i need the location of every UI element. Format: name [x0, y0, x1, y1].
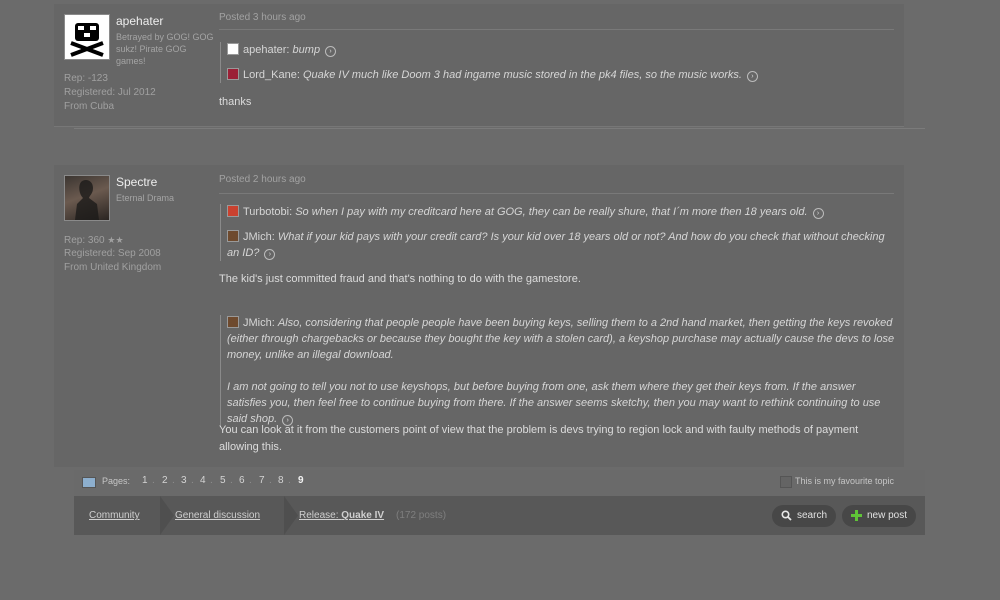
user-location: From Cuba [64, 101, 115, 112]
rep-value: Rep: 360 [64, 235, 105, 246]
quote-block: JMich: Also, considering that people peo… [220, 315, 895, 427]
avatar [227, 205, 239, 217]
quote-author[interactable]: Lord_Kane: [243, 69, 300, 81]
breadcrumb-separator [160, 496, 174, 535]
breadcrumb: Community General discussion Release: Qu… [74, 496, 925, 535]
post-count: (172 posts) [396, 510, 447, 521]
page-link[interactable]: 7 [259, 475, 265, 486]
quote-text: I am not going to tell you not to use ke… [227, 381, 881, 425]
quote-line: apehater: bump › [221, 42, 895, 67]
search-button[interactable]: search [772, 505, 836, 527]
post-body: The kid's just committed fraud and that'… [219, 273, 581, 285]
quote-block: apehater: bump › Lord_Kane: Quake IV much… [220, 42, 895, 83]
circle-arrow-icon[interactable]: › [325, 46, 337, 57]
avatar[interactable] [64, 14, 110, 60]
quote-text: bump [292, 44, 321, 56]
breadcrumb-separator [284, 496, 298, 535]
post-divider [74, 128, 925, 129]
quote-line: JMich: What if your kid pays with your c… [221, 229, 895, 261]
magnifier-icon [781, 510, 792, 521]
page-link[interactable]: 1 [142, 475, 148, 486]
page-link[interactable]: 5 [220, 475, 226, 486]
new-post-label: new post [867, 510, 908, 521]
breadcrumb-release[interactable]: Release: Quake IV [299, 510, 384, 521]
page-link[interactable]: 6 [239, 475, 245, 486]
breadcrumb-community[interactable]: Community [89, 510, 140, 521]
user-registered: Registered: Sep 2008 [64, 248, 161, 259]
page-current: 9 [298, 475, 304, 486]
favourite-checkbox[interactable] [780, 476, 792, 488]
plus-icon [851, 510, 862, 521]
quote-text: So when I pay with my creditcard here at… [295, 206, 808, 218]
post-timestamp: Posted 3 hours ago [219, 12, 306, 23]
user-location: From United Kingdom [64, 262, 162, 273]
user-title: Eternal Drama [116, 193, 175, 203]
quote-line: JMich: Also, considering that people peo… [221, 315, 895, 363]
page-link[interactable]: 2 [162, 475, 168, 486]
rep-stars: ★★ [107, 235, 124, 245]
quote-text: What if your kid pays with your credit c… [227, 231, 885, 259]
avatar[interactable] [64, 175, 110, 221]
quote-author[interactable]: JMich: [243, 231, 275, 243]
post-timestamp: Posted 2 hours ago [219, 174, 306, 185]
quote-line: I am not going to tell you not to use ke… [221, 379, 895, 427]
page-link[interactable]: 3 [181, 475, 187, 486]
avatar [227, 43, 239, 55]
quote-author[interactable]: apehater: [243, 44, 289, 56]
quote-text: Quake IV much like Doom 3 had ingame mus… [302, 69, 742, 81]
quote-author[interactable]: JMich: [243, 317, 275, 329]
post-body: thanks [219, 96, 252, 108]
forum-post: Spectre Eternal Drama Rep: 360 ★★ Regist… [54, 165, 904, 467]
statue-icon [75, 180, 99, 220]
pages-label: Pages: [102, 476, 131, 486]
release-prefix: Release: [299, 510, 339, 521]
user-registered: Registered: Jul 2012 [64, 87, 156, 98]
post-separator [219, 193, 894, 194]
quote-block: Turbotobi: So when I pay with my creditc… [220, 204, 895, 261]
skull-crossbones-icon [65, 15, 109, 59]
release-title: Quake IV [341, 510, 385, 521]
user-rep: Rep: 360 ★★ [64, 233, 124, 248]
search-label: search [797, 510, 828, 521]
favourite-label[interactable]: This is my favourite topic [795, 476, 894, 486]
page-link[interactable]: 8 [278, 475, 284, 486]
avatar [227, 230, 239, 242]
forum-post: apehater Betrayed by GOG! GOG sukz! Pira… [54, 4, 904, 127]
quote-text: Also, considering that people people hav… [227, 317, 895, 361]
page-link[interactable]: 4 [200, 475, 206, 486]
new-post-button[interactable]: new post [842, 505, 916, 527]
user-title: Betrayed by GOG! GOG sukz! Pirate GOG ga… [116, 32, 214, 66]
circle-arrow-icon[interactable]: › [812, 208, 824, 219]
avatar [227, 68, 239, 80]
pages-icon [82, 477, 96, 488]
circle-arrow-icon[interactable]: › [746, 71, 758, 82]
post-separator [219, 29, 894, 30]
post-body: You can look at it from the customers po… [219, 424, 859, 453]
user-rep: Rep: -123 [64, 73, 108, 84]
quote-line: Turbotobi: So when I pay with my creditc… [221, 204, 895, 229]
username[interactable]: Spectre [116, 175, 157, 189]
quote-author[interactable]: Turbotobi: [243, 206, 292, 218]
quote-line: Lord_Kane: Quake IV much like Doom 3 had… [221, 67, 895, 83]
avatar [227, 316, 239, 328]
username[interactable]: apehater [116, 14, 163, 28]
circle-arrow-icon[interactable]: › [264, 249, 276, 260]
breadcrumb-general-discussion[interactable]: General discussion [175, 510, 260, 521]
pagination-bar: Pages: 1 2 3 4 5 6 7 8 9 . . . . . . . .… [74, 470, 925, 496]
